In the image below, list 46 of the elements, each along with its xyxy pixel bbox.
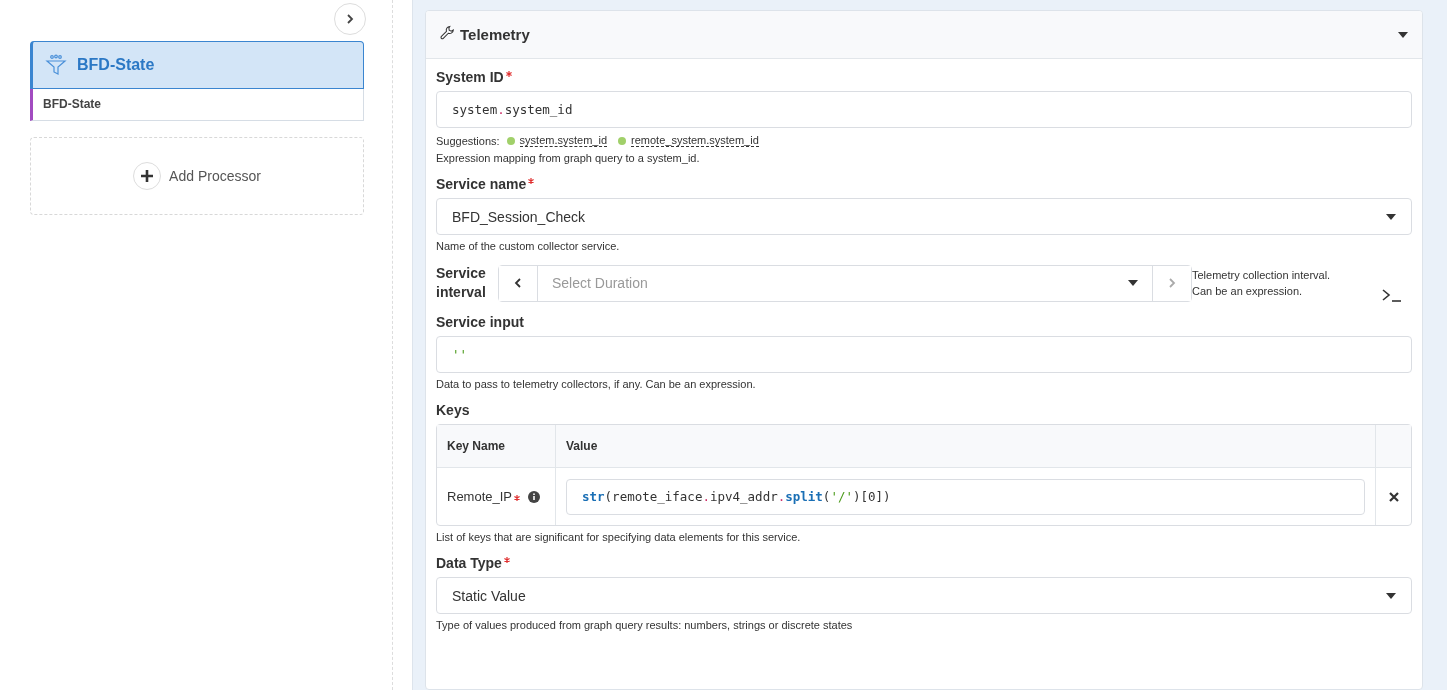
chevron-right-icon	[1167, 278, 1177, 288]
field-label: Service interval	[436, 264, 487, 302]
help-text: Telemetry collection interval.	[1192, 268, 1332, 283]
help-text: List of keys that are significant for specifying data elements for this service.	[436, 531, 802, 543]
field-label: Service input	[436, 314, 525, 330]
processor-stage-item[interactable]: BFD-State	[30, 89, 364, 121]
column-header: Key Name	[437, 425, 556, 467]
column-header: Value	[556, 425, 1376, 467]
add-processor-label: Add Processor	[169, 168, 261, 184]
chevron-right-icon	[345, 14, 355, 24]
suggestion-link[interactable]: system.system_id	[519, 134, 608, 147]
delete-icon[interactable]	[1388, 491, 1399, 502]
dropdown[interactable]: BFD_Session_Check	[436, 198, 1412, 235]
field-label: Keys	[436, 402, 471, 418]
field-label: Service name	[436, 176, 1412, 192]
expression-field[interactable]: ''	[436, 336, 1412, 373]
help-text: Expression mapping from graph query to a system_id.	[436, 152, 701, 164]
help-text: Name of the custom collector service.	[436, 240, 621, 252]
dropdown[interactable]: Static Value	[436, 577, 1412, 614]
field-label: System ID	[436, 69, 1412, 85]
caret-icon	[1386, 592, 1396, 599]
chevron-left-icon	[513, 278, 523, 288]
processor-header[interactable]: BFD-State	[30, 41, 364, 89]
status-dot-icon	[618, 136, 627, 145]
expand-button[interactable]	[334, 3, 366, 35]
collapse-caret-icon[interactable]	[1398, 31, 1408, 38]
info-icon[interactable]	[528, 490, 541, 503]
expression-field[interactable]: system.system_id	[436, 91, 1412, 128]
add-processor-area[interactable]: Add Processor	[30, 137, 364, 215]
caret-icon	[1128, 280, 1138, 286]
panel-title: Telemetry	[460, 26, 531, 43]
key-name: Remote_IP	[447, 489, 513, 504]
field-label: Data Type	[436, 555, 1412, 571]
suggestions-label: Suggestions:	[436, 134, 500, 147]
panel-header[interactable]: Telemetry	[426, 11, 1422, 59]
status-dot-icon	[506, 136, 515, 145]
caret-icon	[1386, 213, 1396, 220]
suggestion-link[interactable]: remote_system.system_id	[631, 134, 759, 147]
funnel-icon	[45, 54, 67, 76]
help-text: Can be an expression.	[1192, 284, 1304, 299]
help-text: Type of values produced from graph query results: numbers, strings or discrete states	[436, 619, 854, 631]
processor-title: BFD-State	[77, 56, 155, 74]
duration-placeholder: Select Duration	[552, 275, 648, 291]
help-text: Data to pass to telemetry collectors, if any. Can be an expression.	[436, 378, 757, 390]
terminal-icon[interactable]	[1382, 288, 1402, 302]
expression-field[interactable]: str(remote_iface.ipv4_addr.split('/')[0])	[566, 478, 1365, 515]
